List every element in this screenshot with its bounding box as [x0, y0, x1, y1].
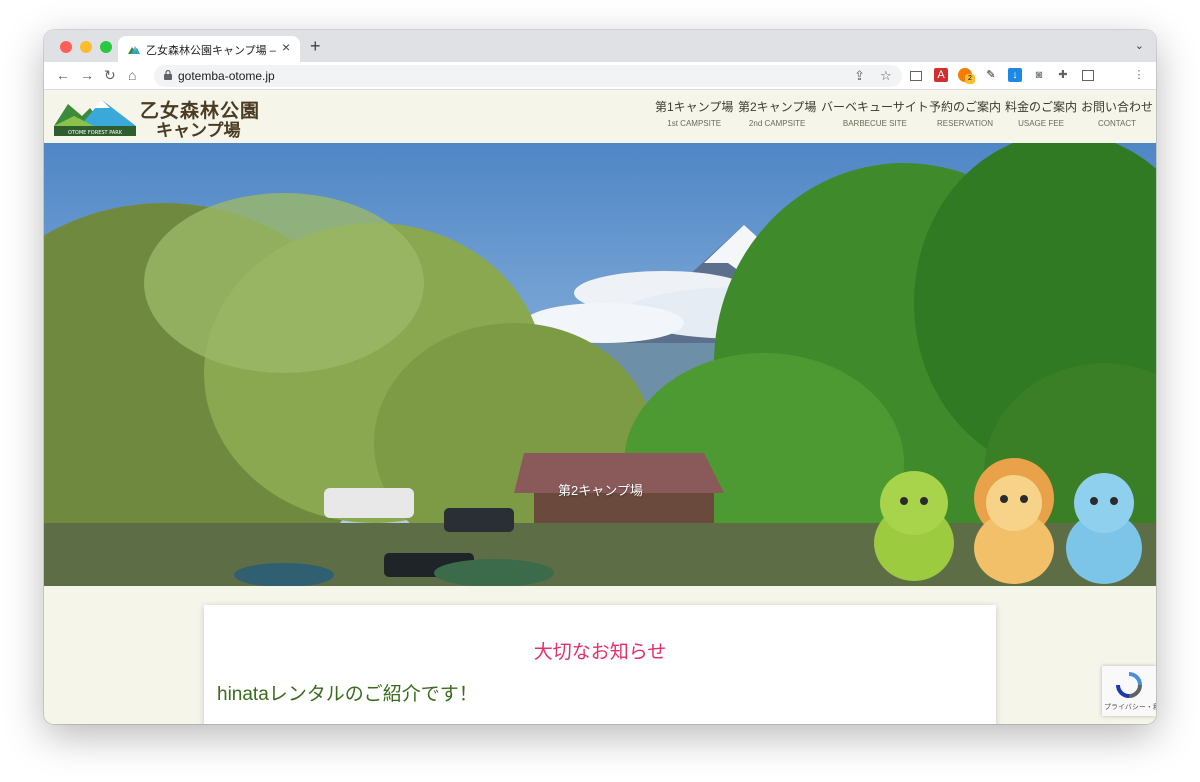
maximize-window-button[interactable]: [100, 41, 112, 53]
reload-icon[interactable]: ↻: [104, 67, 116, 84]
notification-extension-icon[interactable]: 2: [958, 68, 975, 84]
nav-item-contact[interactable]: お問い合わせ CONTACT: [1081, 98, 1153, 128]
nav-label-jp: 第2キャンプ場: [738, 100, 817, 114]
nav-label-jp: 予約のご案内: [929, 100, 1002, 114]
hero-image: 第2キャンプ場: [44, 143, 1156, 586]
puzzle-icon[interactable]: ✚: [1056, 68, 1070, 82]
favicon-icon: [128, 46, 140, 54]
browser-tab[interactable]: 乙女森林公園キャンプ場 – 静岡県御 ×: [118, 36, 300, 62]
nav-label-en: CONTACT: [1097, 119, 1137, 128]
camera-extension-icon[interactable]: ◙: [1032, 68, 1046, 82]
recaptcha-badge[interactable]: プライバシー・利用規約: [1102, 666, 1156, 716]
nav-item-barbecue-site[interactable]: バーベキューサイト BARBECUE SITE: [821, 98, 929, 128]
nav-label-en: BARBECUE SITE: [842, 119, 907, 128]
site-logo[interactable]: OTOME FOREST PARK 乙女森林公園 キャンプ場: [54, 96, 259, 140]
notice-card: 大切なお知らせ hinataレンタルのご紹介です！: [204, 605, 996, 724]
notice-title: 大切なお知らせ: [533, 642, 667, 663]
new-tab-button[interactable]: +: [310, 36, 321, 57]
download-extension-icon[interactable]: ↓: [1008, 68, 1022, 82]
recaptcha-text: プライバシー・利用規約: [1104, 704, 1156, 711]
home-icon[interactable]: ⌂: [128, 67, 136, 83]
mascot-blue-icon: [1066, 473, 1142, 584]
forward-icon[interactable]: →: [80, 67, 94, 83]
nav-item-reservation[interactable]: 予約のご案内 RESERVATION: [929, 98, 1001, 128]
screenshot-extension-icon[interactable]: [910, 71, 922, 81]
nav-label-en: USAGE FEE: [1018, 119, 1064, 128]
campsite-photo: [44, 143, 1156, 586]
recaptcha-icon: [1116, 672, 1142, 698]
nav-label-jp: お問い合わせ: [1081, 100, 1154, 114]
share-icon[interactable]: ⇪: [854, 68, 865, 84]
mascot-green-icon: [874, 471, 954, 581]
nav-item-2nd-campsite[interactable]: 第2キャンプ場 2nd CAMPSITE: [738, 98, 816, 128]
tab-close-icon[interactable]: ×: [282, 39, 290, 55]
logo-title-line2: キャンプ場: [156, 121, 241, 140]
bookmark-star-icon[interactable]: ☆: [880, 68, 892, 84]
tab-search-icon[interactable]: ⌄: [1135, 39, 1144, 52]
lock-icon: [164, 70, 172, 80]
tab-title: 乙女森林公園キャンプ場 – 静岡県御: [146, 45, 276, 57]
logo-caption: OTOME FOREST PARK: [68, 130, 123, 136]
nav-label-jp: 第1キャンプ場: [655, 100, 734, 114]
browser-toolbar: ← → ↻ ⌂ gotemba-otome.jp ⇪ ☆ A 2 ✎ ↓ ◙ ✚…: [44, 62, 1156, 90]
mountain-logo-icon: OTOME FOREST PARK: [54, 100, 136, 136]
url-text: gotemba-otome.jp: [178, 69, 275, 83]
nav-label-jp: バーベキューサイト: [821, 100, 929, 114]
site-header: OTOME FOREST PARK 乙女森林公園 キャンプ場 第1キャンプ場 1…: [44, 90, 1156, 143]
address-bar[interactable]: gotemba-otome.jp ⇪ ☆: [154, 65, 902, 87]
close-window-button[interactable]: [60, 41, 72, 53]
browser-window: 乙女森林公園キャンプ場 – 静岡県御 × + ⌄ ← → ↻ ⌂ gotemba…: [44, 30, 1156, 724]
pen-extension-icon[interactable]: ✎: [984, 68, 998, 82]
nav-label-en: 2nd CAMPSITE: [748, 119, 806, 128]
nav-label-en: RESERVATION: [937, 119, 994, 128]
back-icon[interactable]: ←: [56, 67, 70, 83]
hero-caption: 第2キャンプ場: [558, 483, 643, 498]
extension-badge: 2: [965, 74, 975, 84]
nav-item-1st-campsite[interactable]: 第1キャンプ場 1st CAMPSITE: [655, 98, 733, 128]
nav-item-usage-fee[interactable]: 料金のご案内 USAGE FEE: [1005, 98, 1077, 128]
minimize-window-button[interactable]: [80, 41, 92, 53]
nav-label-en: 1st CAMPSITE: [667, 119, 722, 128]
pdf-extension-icon[interactable]: A: [934, 68, 948, 82]
main-content: 大切なお知らせ hinataレンタルのご紹介です！: [44, 586, 1156, 724]
mascot-orange-icon: [974, 458, 1054, 584]
tab-strip: 乙女森林公園キャンプ場 – 静岡県御 × + ⌄: [44, 30, 1156, 62]
notice-link[interactable]: hinataレンタルのご紹介です！: [217, 679, 478, 706]
nav-label-jp: 料金のご案内: [1005, 100, 1078, 114]
side-panel-icon[interactable]: [1082, 70, 1094, 81]
menu-kebab-icon[interactable]: ⋮: [1132, 68, 1146, 82]
